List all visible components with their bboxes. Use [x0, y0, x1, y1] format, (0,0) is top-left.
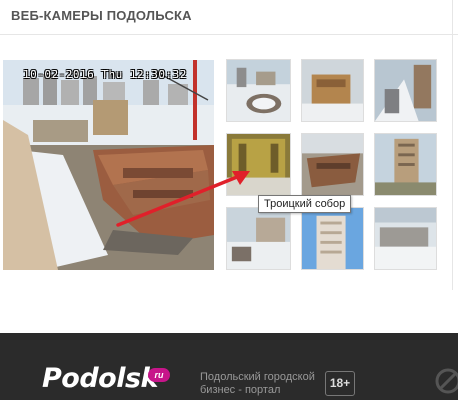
webcam-thumbnail-7[interactable] [226, 207, 291, 270]
divider [452, 35, 453, 290]
webcam-snapshot-icon [302, 208, 363, 269]
camera-timestamp: 10-02-2016 Thu 12:30:32 [23, 68, 187, 81]
age-rating-badge: 18+ [325, 371, 355, 396]
portal-description: Подольский городской бизнес - портал [200, 371, 315, 396]
webcam-thumbnail-8[interactable] [301, 207, 364, 270]
webcam-thumbnail-4[interactable] [226, 133, 291, 196]
webcam-snapshot-icon [227, 134, 290, 195]
webcam-thumbnail-9[interactable] [374, 207, 437, 270]
webcam-thumbnail-5[interactable] [301, 133, 364, 196]
webcam-snapshot-icon [302, 134, 363, 195]
webcam-snapshot-icon [375, 134, 436, 195]
webcam-thumbnail-6[interactable] [374, 133, 437, 196]
main-camera-view[interactable]: 10-02-2016 Thu 12:30:32 [3, 60, 214, 270]
thumbnail-tooltip: Троицкий собор [258, 195, 352, 213]
logo-badge: ru [148, 368, 170, 382]
section-header: ВЕБ-КАМЕРЫ ПОДОЛЬСКА [0, 0, 458, 35]
logo-text: Podolsk [42, 363, 159, 394]
webcam-thumbnail-2[interactable] [301, 59, 364, 122]
webcam-snapshot-icon [227, 60, 290, 121]
divider [452, 0, 453, 35]
section-title: ВЕБ-КАМЕРЫ ПОДОЛЬСКА [11, 8, 192, 23]
webcam-snapshot-icon [375, 208, 436, 269]
webcam-snapshot-icon [227, 208, 290, 269]
prohibited-icon[interactable] [433, 366, 458, 396]
podolsk-logo[interactable]: Podolsk ru [42, 363, 170, 394]
webcam-thumbnail-1[interactable] [226, 59, 291, 122]
webcam-snapshot-icon [375, 60, 436, 121]
webcam-snapshot-icon [302, 60, 363, 121]
webcam-thumbnail-3[interactable] [374, 59, 437, 122]
